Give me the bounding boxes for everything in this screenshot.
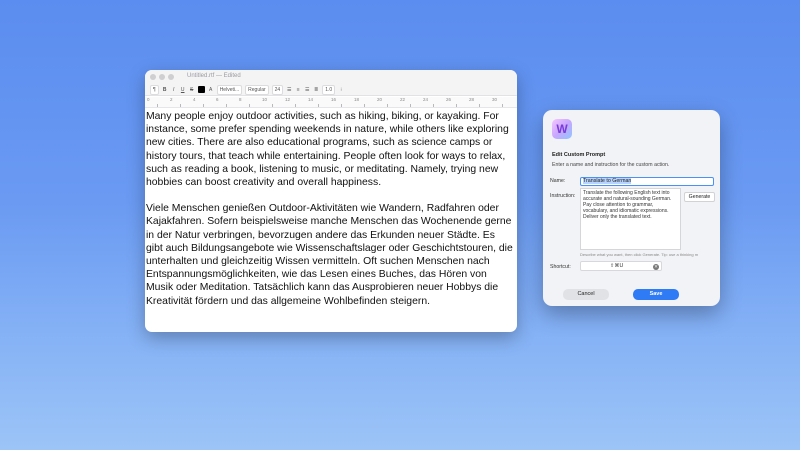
ruler-label: 0 [147, 97, 150, 102]
ruler-label: 26 [446, 97, 452, 102]
cancel-button[interactable]: Cancel [563, 289, 609, 300]
ruler-tick [387, 104, 388, 107]
ruler-label: 6 [216, 97, 219, 102]
ruler-label: 2 [170, 97, 173, 102]
ruler-tick [502, 104, 503, 107]
edit-custom-prompt-dialog: W Edit Custom Prompt Enter a name and in… [543, 110, 720, 306]
instruction-hint: Describe what you want, then click Gener… [580, 252, 699, 257]
bold-button[interactable]: B [162, 87, 168, 93]
ruler-label: 24 [423, 97, 429, 102]
ruler-label: 20 [377, 97, 383, 102]
name-label: Name: [550, 178, 566, 184]
close-window-button[interactable] [150, 74, 156, 80]
font-panel-icon[interactable]: A [208, 87, 214, 93]
save-button[interactable]: Save [633, 289, 679, 300]
ruler-label: 18 [354, 97, 360, 102]
ruler-tick [180, 104, 181, 107]
shortcut-value: ⇧⌘U [610, 263, 624, 269]
generate-button[interactable]: Generate [684, 192, 715, 202]
ruler-tick [479, 104, 480, 107]
text-color-swatch[interactable] [197, 86, 205, 93]
ruler-tick [249, 104, 250, 107]
title-bar[interactable]: Untitled.rtf — Edited [145, 70, 517, 84]
zoom-window-button[interactable] [168, 74, 174, 80]
clear-shortcut-icon[interactable]: ✕ [653, 263, 659, 270]
minimize-window-button[interactable] [159, 74, 165, 80]
ruler-tick [295, 104, 296, 107]
italic-button[interactable]: I [171, 87, 177, 93]
name-value: Translate to German [583, 178, 632, 184]
ruler-tick [433, 104, 434, 107]
line-spacing-popup[interactable]: 1.0 [322, 84, 336, 95]
list-bullets-icon[interactable]: ⁝ [338, 87, 344, 93]
ruler-label: 8 [239, 97, 242, 102]
format-toolbar: ¶ B I U S A Helveti... Regular 24 ☰ ≡ ☰ … [145, 84, 517, 96]
textedit-window: Untitled.rtf — Edited ¶ B I U S A Helvet… [145, 70, 517, 332]
align-center-icon[interactable]: ≡ [295, 87, 301, 93]
document-name: Untitled.rtf [187, 73, 215, 79]
dialog-subtitle: Enter a name and instruction for the cus… [552, 162, 670, 168]
dialog-title: Edit Custom Prompt [552, 152, 606, 158]
font-style-popup[interactable]: Regular [245, 84, 269, 95]
ruler-label: 14 [308, 97, 314, 102]
ruler[interactable]: 0 2 4 6 8 10 12 14 16 18 20 22 24 26 28 … [145, 97, 517, 108]
ruler-tick [341, 104, 342, 107]
ruler-label: 10 [262, 97, 268, 102]
ruler-label: 28 [469, 97, 475, 102]
ruler-tick [456, 104, 457, 107]
ruler-label: 22 [400, 97, 406, 102]
ruler-label: 4 [193, 97, 196, 102]
german-paragraph[interactable]: Viele Menschen genießen Outdoor-Aktivitä… [146, 202, 514, 308]
ruler-label: 16 [331, 97, 337, 102]
name-input[interactable]: Translate to German [580, 177, 714, 186]
strikethrough-button[interactable]: S [189, 87, 195, 93]
document-text-area[interactable]: Many people enjoy outdoor activities, su… [146, 110, 514, 321]
ruler-label: 30 [492, 97, 498, 102]
instruction-label: Instruction: [550, 193, 576, 199]
document-status: — Edited [216, 73, 241, 79]
english-paragraph[interactable]: Many people enjoy outdoor activities, su… [146, 110, 514, 189]
align-right-icon[interactable]: ☰ [304, 87, 310, 93]
ruler-tick [226, 104, 227, 107]
window-title: Untitled.rtf — Edited [187, 73, 241, 79]
shortcut-label: Shortcut: [550, 264, 571, 270]
ruler-tick [203, 104, 204, 107]
shortcut-recorder[interactable]: ⇧⌘U ✕ [580, 261, 662, 271]
ruler-tick [157, 104, 158, 107]
align-left-icon[interactable]: ☰ [286, 87, 292, 93]
font-family-popup[interactable]: Helveti... [216, 84, 243, 95]
instruction-textarea[interactable]: Translate the following English text int… [580, 188, 681, 250]
ruler-tick [364, 104, 365, 107]
paragraph-style-popup[interactable]: ¶ [150, 84, 159, 95]
ruler-tick [410, 104, 411, 107]
ruler-label: 12 [285, 97, 291, 102]
font-size-field[interactable]: 24 [271, 84, 284, 95]
ruler-tick [318, 104, 319, 107]
justify-icon[interactable]: ≣ [313, 87, 319, 93]
underline-button[interactable]: U [180, 87, 186, 93]
ruler-tick [272, 104, 273, 107]
app-logo-icon: W [552, 119, 572, 139]
